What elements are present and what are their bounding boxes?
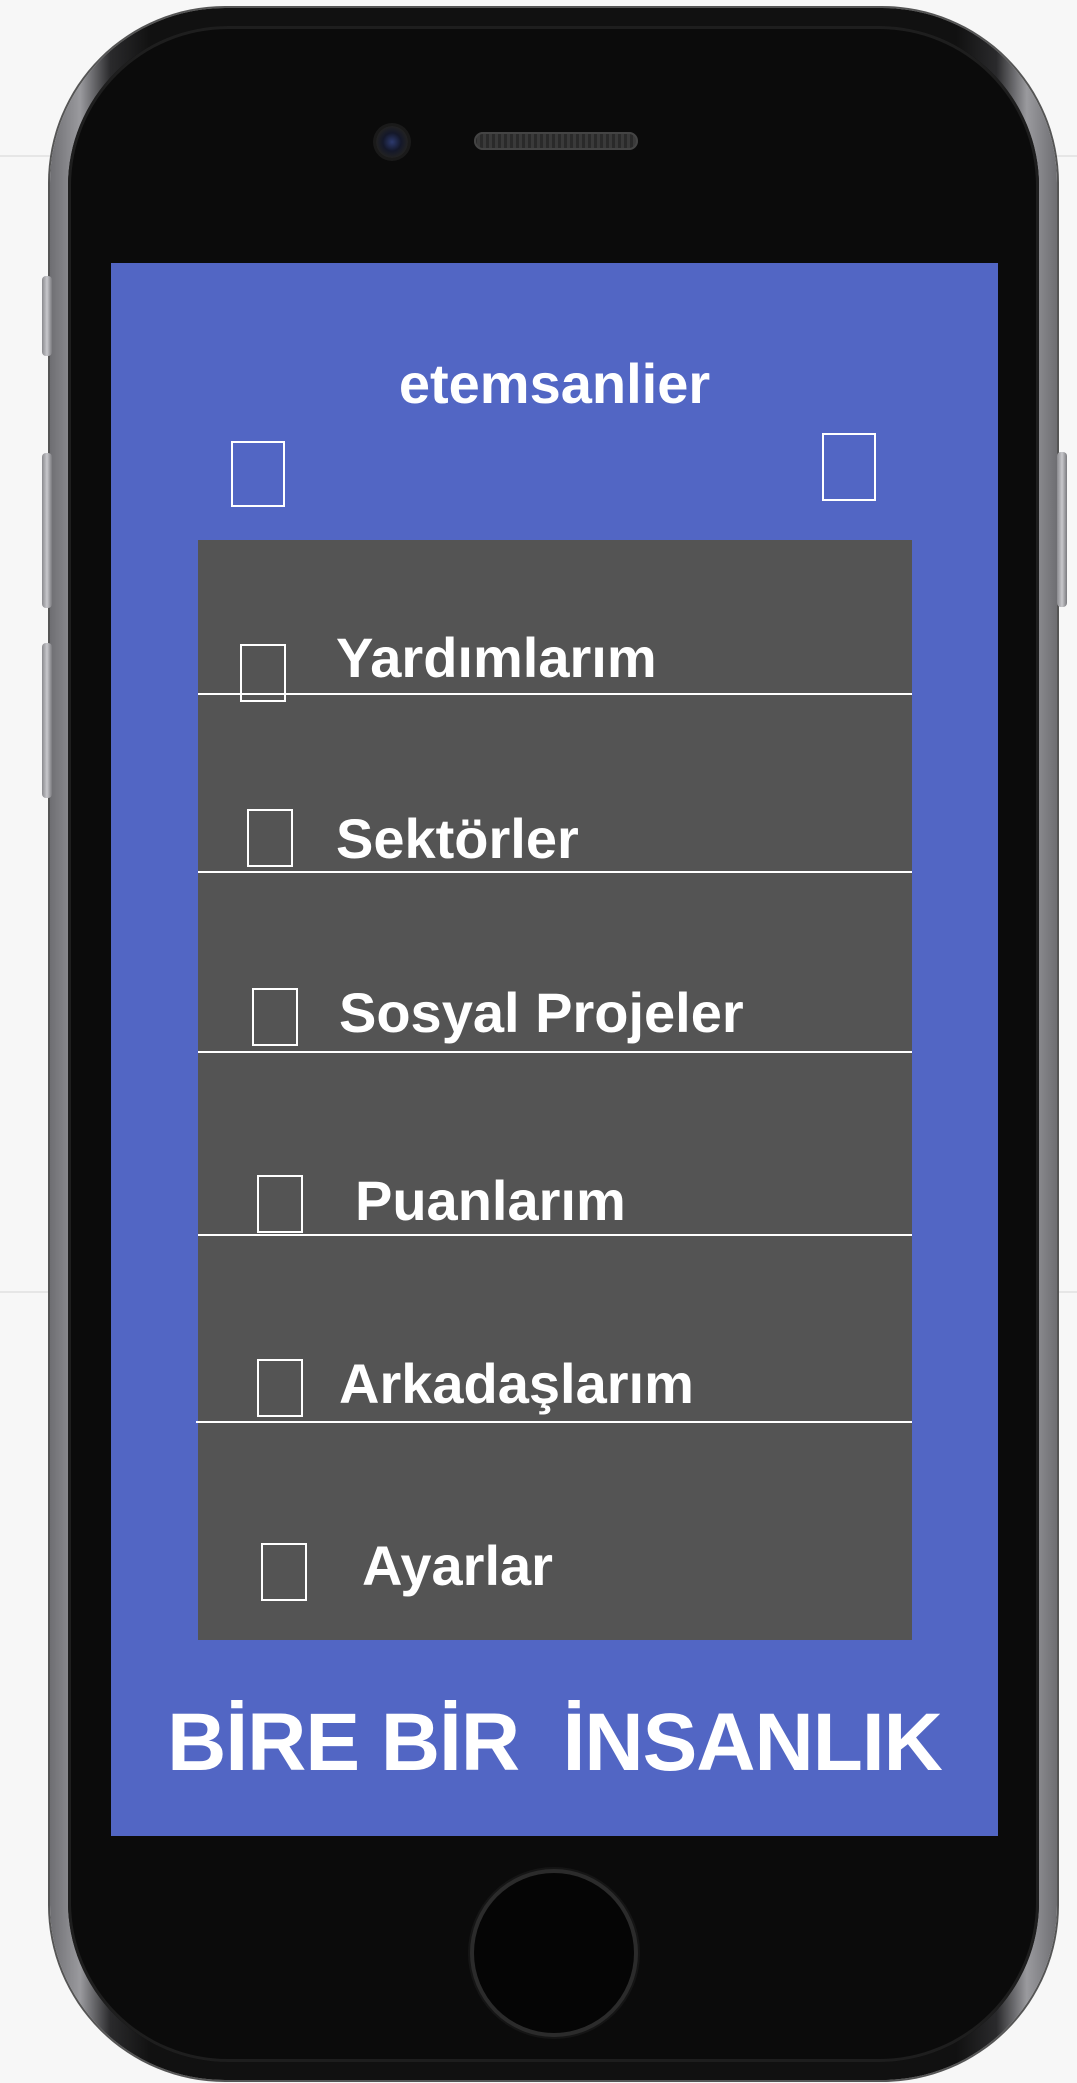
app-screen: etemsanlier Yardımlarım Sektörler Sosyal… [111,263,998,1836]
profile-icon[interactable] [822,433,876,501]
power-button [1057,452,1067,607]
side-menu: Yardımlarım Sektörler Sosyal Projeler Pu… [196,540,912,1640]
projects-icon [252,988,298,1046]
menu-item-label: Sosyal Projeler [339,981,744,1044]
menu-item-label: Arkadaşlarım [339,1352,694,1415]
menu-item-ayarlar[interactable]: Ayarlar [198,1424,912,1640]
volume-down-button [42,643,52,798]
volume-up-button [42,453,52,608]
home-button[interactable] [474,1873,634,2033]
menu-divider [198,1051,912,1053]
friends-icon [257,1359,303,1417]
front-camera [376,126,408,158]
menu-item-sektorler[interactable]: Sektörler [198,695,912,875]
menu-item-puanlarim[interactable]: Puanlarım [198,1055,912,1237]
earpiece-speaker [474,132,638,150]
menu-divider [198,871,912,873]
settings-icon [261,1543,307,1601]
menu-item-label: Puanlarım [355,1169,626,1232]
mute-switch [42,276,52,356]
menu-divider [196,1421,912,1423]
menu-item-arkadaslarim[interactable]: Arkadaşlarım [196,1237,912,1424]
username-title: etemsanlier [398,352,711,415]
menu-item-label: Yardımlarım [336,626,657,689]
points-icon [257,1175,303,1233]
menu-item-label: Sektörler [336,807,579,870]
menu-item-sosyal-projeler[interactable]: Sosyal Projeler [198,875,912,1055]
menu-item-label: Ayarlar [362,1534,553,1597]
sectors-icon [247,809,293,867]
menu-divider [198,1234,912,1236]
slogan-text: BİRE BİR İNSANLIK [167,1697,943,1788]
menu-icon[interactable] [231,441,285,507]
menu-item-yardimlarim[interactable]: Yardımlarım [198,540,912,702]
